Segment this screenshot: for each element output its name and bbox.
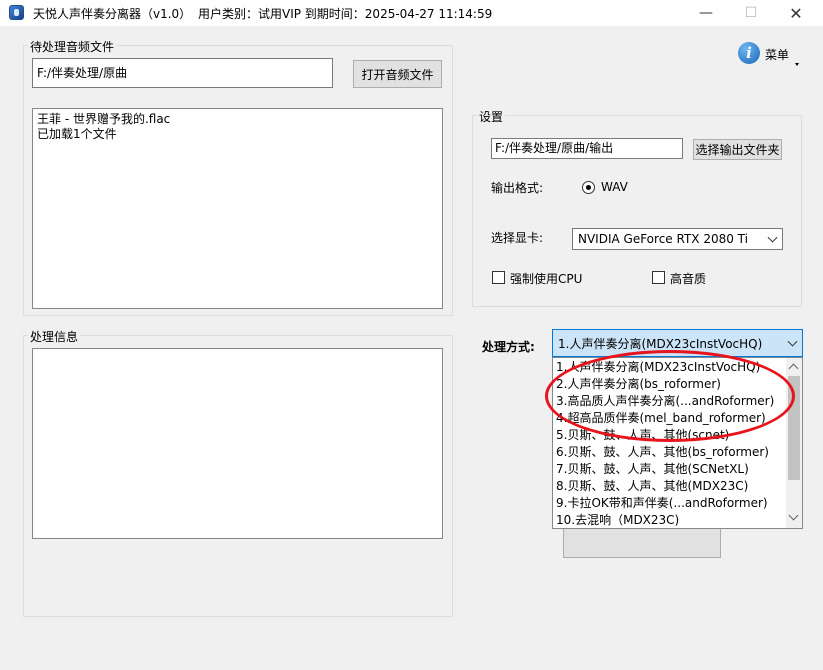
dropdown-option[interactable]: 1.人声伴奏分离(MDX23cInstVocHQ) xyxy=(553,359,787,376)
input-path-field[interactable]: F:/伴奏处理/原曲 xyxy=(32,58,333,88)
dropdown-option[interactable]: 2.人声伴奏分离(bs_roformer) xyxy=(553,376,787,393)
high-quality-label[interactable]: 高音质 xyxy=(670,270,706,287)
close-button[interactable]: ✕ xyxy=(773,0,819,26)
processing-method-label: 处理方式: xyxy=(482,340,535,354)
settings-group-title: 设置 xyxy=(477,108,506,125)
chevron-down-icon xyxy=(767,232,778,243)
processing-method-select[interactable]: 1.人声伴奏分离(MDX23cInstVocHQ) xyxy=(552,329,803,357)
window-title: 天悦人声伴奏分离器（v1.0） xyxy=(33,7,192,21)
chevron-down-icon xyxy=(787,336,798,347)
open-audio-button[interactable]: 打开音频文件 xyxy=(353,60,442,88)
output-path-field[interactable]: F:/伴奏处理/原曲/输出 xyxy=(491,138,683,159)
menu-label[interactable]: 菜单 xyxy=(765,46,789,63)
title-bar: 天悦人声伴奏分离器（v1.0） 用户类别：试用VIP 到期时间：2025-04-… xyxy=(0,0,823,26)
dropdown-option[interactable]: 7.贝斯、鼓、人声、其他(SCNetXL) xyxy=(553,461,787,478)
dropdown-option[interactable]: 10.去混响（MDX23C) xyxy=(553,512,787,528)
list-item[interactable]: 已加载1个文件 xyxy=(37,127,438,142)
dropdown-scrollbar[interactable] xyxy=(786,358,802,528)
dropdown-option[interactable]: 6.贝斯、鼓、人声、其他(bs_roformer) xyxy=(553,444,787,461)
list-item[interactable]: 王菲 - 世界赠予我的.flac xyxy=(37,112,438,127)
choose-output-folder-button[interactable]: 选择输出文件夹 xyxy=(693,139,782,160)
info-icon[interactable]: i xyxy=(738,42,760,64)
app-icon xyxy=(9,5,24,20)
processing-info-group-title: 处理信息 xyxy=(28,328,81,345)
scroll-down-icon[interactable] xyxy=(788,510,799,521)
high-quality-checkbox[interactable] xyxy=(652,271,665,284)
gpu-select-value: NVIDIA GeForce RTX 2080 Ti xyxy=(578,232,748,246)
gpu-select[interactable]: NVIDIA GeForce RTX 2080 Ti xyxy=(572,228,783,250)
maximize-button[interactable]: ☐ xyxy=(728,0,774,26)
gpu-label: 选择显卡: xyxy=(491,231,544,245)
file-list[interactable]: 王菲 - 世界赠予我的.flac 已加载1个文件 xyxy=(32,108,443,309)
wav-radio-label[interactable]: WAV xyxy=(601,180,628,194)
processing-method-value: 1.人声伴奏分离(MDX23cInstVocHQ) xyxy=(558,336,763,351)
dropdown-option[interactable]: 8.贝斯、鼓、人声、其他(MDX23C) xyxy=(553,478,787,495)
input-files-group-title: 待处理音频文件 xyxy=(28,38,117,55)
scroll-up-icon[interactable] xyxy=(788,363,799,374)
dropdown-option[interactable]: 3.高品质人声伴奏分离(...andRoformer) xyxy=(553,393,787,410)
user-info: 用户类别：试用VIP 到期时间：2025-04-27 11:14:59 xyxy=(198,7,493,21)
dropdown-option[interactable]: 9.卡拉OK带和声伴奏(...andRoformer) xyxy=(553,495,787,512)
output-format-label: 输出格式: xyxy=(491,181,544,195)
processing-method-dropdown[interactable]: 1.人声伴奏分离(MDX23cInstVocHQ) 2.人声伴奏分离(bs_ro… xyxy=(552,357,803,529)
menu-caret-icon[interactable] xyxy=(795,63,799,66)
dropdown-option[interactable]: 4.超高品质伴奏(mel_band_roformer) xyxy=(553,410,787,427)
force-cpu-checkbox[interactable] xyxy=(492,271,505,284)
force-cpu-label[interactable]: 强制使用CPU xyxy=(510,270,582,287)
processing-log[interactable] xyxy=(32,348,443,539)
minimize-button[interactable]: — xyxy=(683,0,729,26)
dropdown-option[interactable]: 5.贝斯、鼓、人声、其他(scnet) xyxy=(553,427,787,444)
scrollbar-thumb[interactable] xyxy=(788,376,800,480)
wav-radio[interactable] xyxy=(582,181,595,194)
